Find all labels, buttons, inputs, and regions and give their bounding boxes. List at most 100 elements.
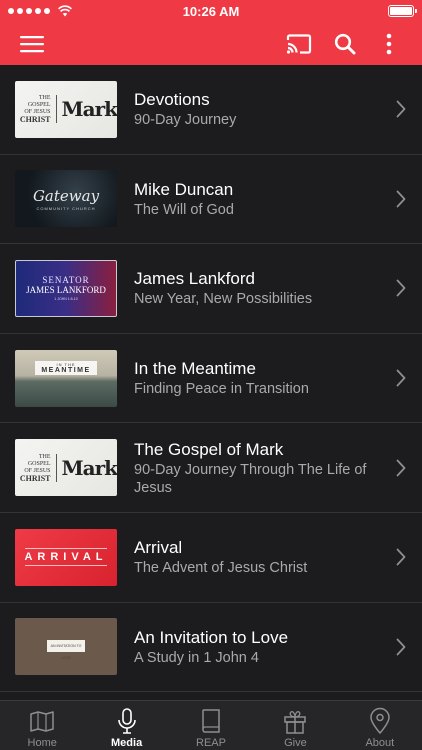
list-item-text: James Lankford New Year, New Possibiliti… [134,268,372,308]
tab-label: About [365,737,395,749]
list-item[interactable]: ARRIVAL Arrival The Advent of Jesus Chri… [0,513,422,603]
list-item-text: Arrival The Advent of Jesus Christ [134,537,372,577]
list-item-subtitle: 90-Day Journey [134,112,237,129]
status-bar: 10:26 AM [0,0,422,22]
list-item[interactable]: Gateway COMMUNITY CHURCH Mike Duncan The… [0,155,422,245]
thumbnail-caption: THE GOSPEL OF JESUS CHRIST [15,453,57,483]
media-list: THE GOSPEL OF JESUS CHRIST Mark Devotion… [0,65,422,700]
thumbnail-gateway: Gateway COMMUNITY CHURCH [15,170,117,228]
cast-icon [286,34,312,54]
list-item-subtitle: The Advent of Jesus Christ [134,560,308,577]
list-item[interactable]: SENATOR JAMES LANKFORD 1 JOHN 1:5-10 Jam… [0,244,422,334]
list-item-subtitle: A Study in 1 John 4 [134,649,259,666]
thumb-line: ARRIVAL [24,551,108,564]
battery-level [390,7,412,15]
battery-icon [388,5,417,17]
chevron-right-icon [396,369,406,387]
bible-icon [202,709,220,733]
chevron-right-icon [396,548,406,566]
chevron-right-icon [396,459,406,477]
thumb-divider [25,565,107,567]
thumb-line: THE GOSPEL [27,453,51,467]
thumb-line: AN INVITATION TO LOVE [47,640,85,660]
list-item[interactable]: AN INVITATION TO LOVE An Invitation to L… [0,603,422,693]
thumb-line: SENATOR [42,275,90,286]
thumb-divider [25,548,107,550]
list-item-text: Mike Duncan The Will of God [134,179,372,219]
list-item-subtitle: Finding Peace in Transition [134,381,309,398]
list-item-text: The Gospel of Mark 90-Day Journey Throug… [134,439,372,497]
thumbnail-gospel-of-mark: THE GOSPEL OF JESUS CHRIST Mark [15,439,118,497]
gift-icon [284,711,307,734]
thumb-line: CHRIST [19,473,51,483]
menu-button[interactable] [16,28,48,60]
thumb-line: Mark [61,97,118,122]
list-item[interactable]: THE GOSPEL OF JESUS CHRIST Mark Devotion… [0,65,422,155]
tab-label: REAP [196,737,226,749]
thumbnail-senator: SENATOR JAMES LANKFORD 1 JOHN 1:5-10 [15,259,117,317]
nav-bar [0,22,422,65]
location-pin-icon [370,707,390,735]
tab-give[interactable]: Give [253,701,337,750]
microphone-icon [117,708,136,734]
list-item-subtitle: The Will of God [134,201,234,218]
chevron-right-icon [396,638,406,656]
search-icon [334,33,356,55]
list-item-title: Arrival [134,538,183,558]
wifi-icon [58,5,72,17]
tab-home[interactable]: Home [0,701,84,750]
signal-dot [35,8,41,14]
list-item-title: In the Meantime [134,359,256,379]
chevron-right-icon [396,190,406,208]
app-screen: 10:26 AM THE GOSPEL OF JESUS CHRIST Mark… [0,0,422,750]
thumbnail-caption: SENATOR JAMES LANKFORD 1 JOHN 1:5-10 [26,275,106,301]
thumb-line: JAMES LANKFORD [26,285,106,296]
signal-dot [8,8,14,14]
thumb-line: THE GOSPEL [27,95,51,109]
tab-bar: Home Media REAP Give About [0,700,422,750]
list-item-text: Devotions 90-Day Journey [134,89,372,129]
tab-label: Home [27,737,57,749]
list-item-subtitle: 90-Day Journey Through The Life of Jesus [134,461,367,496]
thumb-line: CHRIST [19,115,51,125]
signal-dot [44,8,50,14]
tab-media[interactable]: Media [84,701,168,750]
list-item-subtitle: New Year, New Possibilities [134,291,313,308]
thumbnail-gospel-of-mark: THE GOSPEL OF JESUS CHRIST Mark [15,80,118,138]
hamburger-menu-icon [20,36,44,53]
signal-dot [26,8,32,14]
tab-label: Media [111,737,143,749]
signal-strength [8,5,72,17]
list-item-text: An Invitation to Love A Study in 1 John … [134,627,372,667]
list-item-title: Mike Duncan [134,179,234,199]
thumb-line: Mark [61,455,118,480]
search-button[interactable] [329,28,361,60]
more-options-button[interactable] [373,28,405,60]
cast-button[interactable] [283,28,315,60]
tab-label: Give [284,737,307,749]
list-item-title: Devotions [134,90,210,110]
list-item[interactable]: THE GOSPEL OF JESUS CHRIST Mark The Gosp… [0,423,422,513]
thumbnail-caption: Gateway COMMUNITY CHURCH [33,187,99,211]
thumb-line: Gateway [32,186,100,205]
thumb-line: MEANTIME [41,367,91,375]
list-item-title: An Invitation to Love [134,627,289,647]
thumbnail-arrival: ARRIVAL [15,528,117,586]
thumb-line: COMMUNITY CHURCH [36,205,96,211]
thumbnail-caption: ARRIVAL [15,546,117,568]
list-item-text: In the Meantime Finding Peace in Transit… [134,358,372,398]
list-item-title: James Lankford [134,269,255,289]
tab-reap[interactable]: REAP [169,701,253,750]
thumb-line: 1 JOHN 1:5-10 [54,297,78,302]
tab-about[interactable]: About [338,701,422,750]
signal-dot [17,8,23,14]
book-map-icon [30,711,54,732]
chevron-right-icon [396,280,406,297]
more-vertical-icon [386,33,392,55]
thumbnail-meantime: IN THE MEANTIME [15,349,117,407]
thumbnail-caption: IN THE MEANTIME [35,361,97,376]
list-item[interactable]: IN THE MEANTIME In the Meantime Finding … [0,334,422,424]
thumbnail-invitation-to-love: AN INVITATION TO LOVE [15,618,117,676]
list-item-title: The Gospel of Mark [134,439,284,459]
chevron-right-icon [396,100,406,118]
